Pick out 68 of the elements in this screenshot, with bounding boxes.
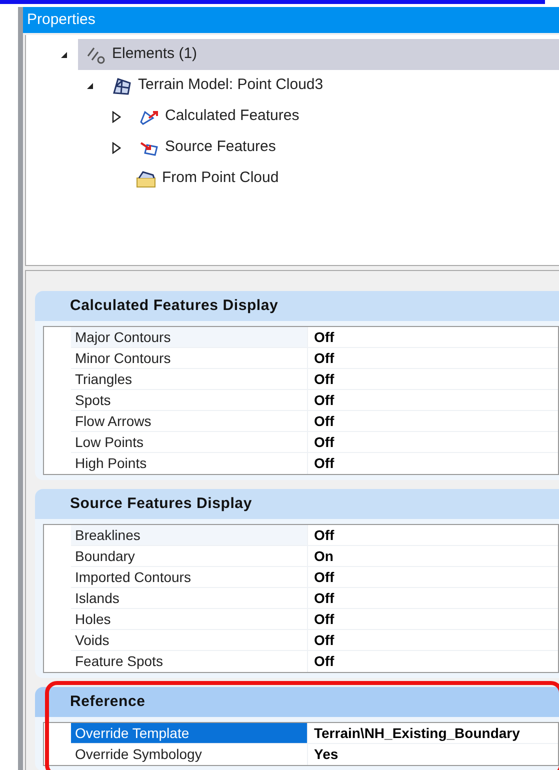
panel-title-bar: Properties <box>23 7 559 33</box>
tree-item[interactable]: Calculated Features <box>78 101 559 132</box>
tree-item-label: Source Features <box>165 137 276 158</box>
property-name: Low Points <box>74 433 144 452</box>
expand-icon[interactable] <box>112 110 121 122</box>
property-value: Off <box>307 390 558 410</box>
property-value: Off <box>307 369 558 389</box>
property-value: Off <box>307 630 558 650</box>
property-value: Off <box>307 609 558 629</box>
property-name: Boundary <box>74 547 136 566</box>
property-name: Feature Spots <box>74 652 164 671</box>
property-value: Off <box>307 453 558 474</box>
mesh-icon <box>112 76 132 94</box>
property-name: Voids <box>74 631 110 650</box>
property-row[interactable]: Low Points Off <box>71 432 558 453</box>
tree-item-label: Calculated Features <box>165 106 300 126</box>
property-row[interactable]: Islands Off <box>71 588 558 609</box>
property-row[interactable]: Triangles Off <box>71 369 558 390</box>
property-value: Off <box>307 327 558 347</box>
folder-mesh-icon <box>136 170 156 188</box>
tree-item-label: From Point Cloud <box>162 168 279 188</box>
property-value: Off <box>307 567 558 587</box>
property-row[interactable]: Spots Off <box>71 390 558 411</box>
property-value: Off <box>307 411 558 431</box>
property-row[interactable]: Override Symbology Yes <box>71 744 558 765</box>
property-row[interactable]: Imported Contours Off <box>71 567 558 588</box>
property-name: Flow Arrows <box>74 412 152 431</box>
link-node-icon <box>86 46 106 64</box>
tree-item-label: Terrain Model: Point Cloud3 <box>138 75 324 96</box>
property-row[interactable]: Override Template Terrain\NH_Existing_Boundary <box>71 723 558 744</box>
property-value: Off <box>307 651 558 672</box>
property-row[interactable]: Major Contours Off <box>71 327 558 348</box>
property-name: Holes <box>74 610 112 629</box>
property-value: Off <box>307 588 558 608</box>
property-name: Triangles <box>74 370 134 389</box>
property-row[interactable]: Breaklines Off <box>71 525 558 546</box>
collapse-icon[interactable] <box>60 50 68 58</box>
property-name: Minor Contours <box>74 349 172 368</box>
tree-item-label: Elements (1) <box>112 44 198 64</box>
tree-item[interactable]: Terrain Model: Point Cloud3 <box>78 70 559 101</box>
property-value: Off <box>307 525 558 545</box>
section-header[interactable]: Calculated Features Display <box>35 291 559 321</box>
expand-icon[interactable] <box>112 142 121 154</box>
property-name: Override Symbology <box>74 745 203 764</box>
property-name: Override Template <box>71 723 307 743</box>
property-row[interactable]: Minor Contours Off <box>71 348 558 369</box>
collapse-icon[interactable] <box>86 82 94 90</box>
property-name: Spots <box>74 391 112 410</box>
tree-item[interactable]: From Point Cloud <box>78 163 559 194</box>
property-value: Yes <box>307 744 558 765</box>
property-row[interactable]: Voids Off <box>71 630 558 651</box>
property-row[interactable]: Holes Off <box>71 609 558 630</box>
property-name: Major Contours <box>71 327 307 347</box>
property-row[interactable]: Boundary On <box>71 546 558 567</box>
tree-item[interactable]: Source Features <box>78 132 559 163</box>
property-name: Breaklines <box>71 525 307 545</box>
property-name: Islands <box>74 589 120 608</box>
property-row[interactable]: High Points Off <box>71 453 558 474</box>
property-value: Off <box>307 432 558 452</box>
property-name: High Points <box>74 454 148 473</box>
property-row[interactable]: Feature Spots Off <box>71 651 558 672</box>
property-value: Terrain\NH_Existing_Boundary <box>307 723 558 743</box>
property-value: On <box>307 546 558 566</box>
section-header[interactable]: Source Features Display <box>35 489 559 519</box>
property-value: Off <box>307 348 558 368</box>
section-header[interactable]: Reference <box>35 687 559 717</box>
property-row[interactable]: Flow Arrows Off <box>71 411 558 432</box>
property-name: Imported Contours <box>74 568 192 587</box>
